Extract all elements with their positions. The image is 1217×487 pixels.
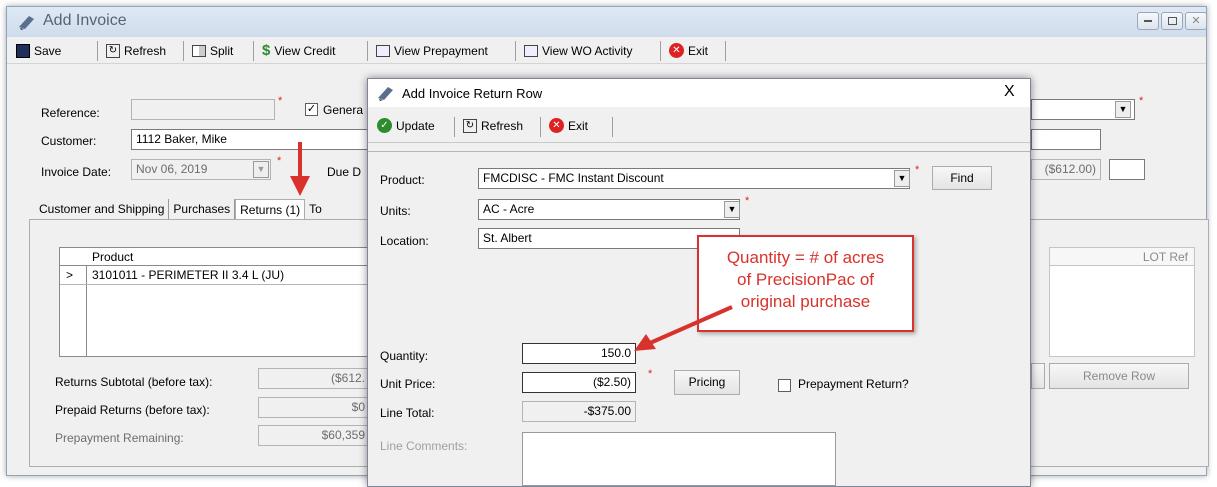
callout-line-1: Quantity = # of acres: [726, 248, 885, 267]
grid-header: Product: [60, 248, 376, 266]
arrow-down-icon: [290, 142, 310, 196]
update-button[interactable]: ✓ Update: [374, 115, 438, 136]
refresh-icon: ↻: [106, 43, 120, 58]
invoice-app-icon: [378, 87, 393, 101]
invoice-total-field: ($612.00): [1031, 159, 1101, 180]
line-comments-field[interactable]: [522, 432, 836, 486]
tab-returns[interactable]: Returns (1): [235, 199, 306, 220]
dialog-refresh-button[interactable]: ↻ Refresh: [460, 115, 526, 136]
check-icon: ✓: [377, 118, 392, 133]
main-toolbar: Save ↻ Refresh Split $ View Credit View …: [7, 37, 1206, 64]
save-button[interactable]: Save: [13, 40, 64, 61]
returns-grid-right: LOT Ref: [1049, 247, 1195, 357]
document-icon: [376, 44, 390, 57]
prepaid-returns-field: $0: [258, 397, 370, 418]
exit-icon: ✕: [549, 118, 564, 133]
maximize-button[interactable]: [1161, 12, 1183, 30]
dialog-title: Add Invoice Return Row: [402, 86, 543, 101]
unit-price-field[interactable]: ($2.50): [522, 372, 636, 393]
invoice-date-field[interactable]: Nov 06, 2019: [131, 159, 271, 180]
quantity-field[interactable]: 150.0: [522, 343, 636, 364]
general-checkbox[interactable]: ✓: [305, 103, 318, 116]
minimize-button[interactable]: [1137, 12, 1159, 30]
dialog-title-bar: Add Invoice Return Row X: [368, 79, 1030, 107]
prepayment-remaining-field: $60,359: [258, 425, 370, 446]
invoice-tabs: Customer and Shipping Purchases Returns …: [35, 199, 326, 220]
row-product: 3101011 - PERIMETER II 3.4 L (JU): [92, 268, 285, 282]
callout-line-2: of PrecisionPac of: [736, 270, 874, 289]
tab-purchases[interactable]: Purchases: [169, 199, 236, 220]
invoice-date-label: Invoice Date:: [41, 165, 112, 179]
returns-grid: Product > 3101011 - PERIMETER II 3.4 L (…: [59, 247, 377, 357]
line-total-label: Line Total:: [380, 406, 435, 420]
chevron-down-icon[interactable]: ▼: [894, 170, 910, 187]
tab-totals[interactable]: To: [305, 199, 326, 220]
returns-subtotal-label: Returns Subtotal (before tax):: [55, 375, 213, 389]
dialog-toolbar: ✓ Update ↻ Refresh ✕ Exit: [368, 109, 1030, 143]
arrow-icon: [634, 305, 733, 351]
table-row[interactable]: > 3101011 - PERIMETER II 3.4 L (JU): [60, 266, 376, 285]
line-comments-label: Line Comments:: [380, 439, 468, 453]
lot-ref-column-header[interactable]: LOT Ref: [1143, 250, 1188, 264]
quantity-label: Quantity:: [380, 349, 429, 363]
unit-price-label: Unit Price:: [380, 377, 436, 391]
customer-label: Customer:: [41, 134, 97, 148]
product-label: Product:: [380, 173, 425, 187]
invoice-app-icon: [19, 16, 34, 30]
view-credit-button[interactable]: $ View Credit: [259, 40, 338, 61]
prepaid-returns-label: Prepaid Returns (before tax):: [55, 403, 210, 417]
dialog-exit-button[interactable]: ✕ Exit: [546, 115, 591, 136]
exit-button[interactable]: ✕ Exit: [666, 40, 711, 61]
split-button[interactable]: Split: [189, 40, 236, 61]
title-bar: Add Invoice ✕: [7, 7, 1207, 37]
split-icon: [192, 44, 206, 57]
view-prepayment-button[interactable]: View Prepayment: [373, 40, 491, 61]
document-icon: [524, 44, 538, 57]
window-title: Add Invoice: [43, 12, 127, 29]
reference-label: Reference:: [41, 106, 100, 120]
chevron-down-icon[interactable]: ▼: [724, 201, 740, 218]
prepayment-return-label: Prepayment Return?: [798, 377, 909, 391]
find-button[interactable]: Find: [932, 166, 992, 190]
dollar-icon: $: [262, 42, 271, 59]
right-text-field[interactable]: [1031, 129, 1101, 150]
grid-action-button[interactable]: [1031, 363, 1045, 389]
close-window-button[interactable]: ✕: [1185, 12, 1207, 30]
general-label: Genera: [323, 103, 364, 117]
remove-row-button[interactable]: Remove Row: [1049, 363, 1189, 389]
save-icon: [16, 43, 30, 58]
product-field[interactable]: FMCDISC - FMC Instant Discount: [478, 168, 910, 189]
due-date-label: Due D: [327, 165, 362, 179]
customer-field[interactable]: 1112 Baker, Mike: [131, 129, 371, 150]
total-extra-field[interactable]: [1109, 159, 1145, 180]
refresh-button[interactable]: ↻ Refresh: [103, 40, 169, 61]
line-total-field: -$375.00: [522, 401, 636, 422]
tab-customer-and-shipping[interactable]: Customer and Shipping: [35, 199, 170, 220]
product-column-header[interactable]: Product: [92, 250, 133, 264]
row-marker: >: [66, 268, 74, 282]
returns-subtotal-field: ($612.: [258, 368, 370, 389]
prepayment-return-checkbox[interactable]: [778, 379, 791, 392]
units-label: Units:: [380, 204, 411, 218]
prepayment-remaining-label: Prepayment Remaining:: [55, 431, 184, 445]
units-field[interactable]: AC - Acre: [478, 199, 740, 220]
chevron-down-icon[interactable]: ▼: [253, 161, 269, 178]
reference-field[interactable]: [131, 99, 275, 120]
pricing-button[interactable]: Pricing: [674, 370, 740, 395]
view-wo-activity-button[interactable]: View WO Activity: [521, 40, 635, 61]
location-label: Location:: [380, 234, 429, 248]
chevron-down-icon[interactable]: ▼: [1115, 101, 1131, 118]
exit-icon: ✕: [669, 43, 684, 58]
refresh-icon: ↻: [463, 118, 477, 133]
close-icon[interactable]: X: [1004, 83, 1015, 101]
